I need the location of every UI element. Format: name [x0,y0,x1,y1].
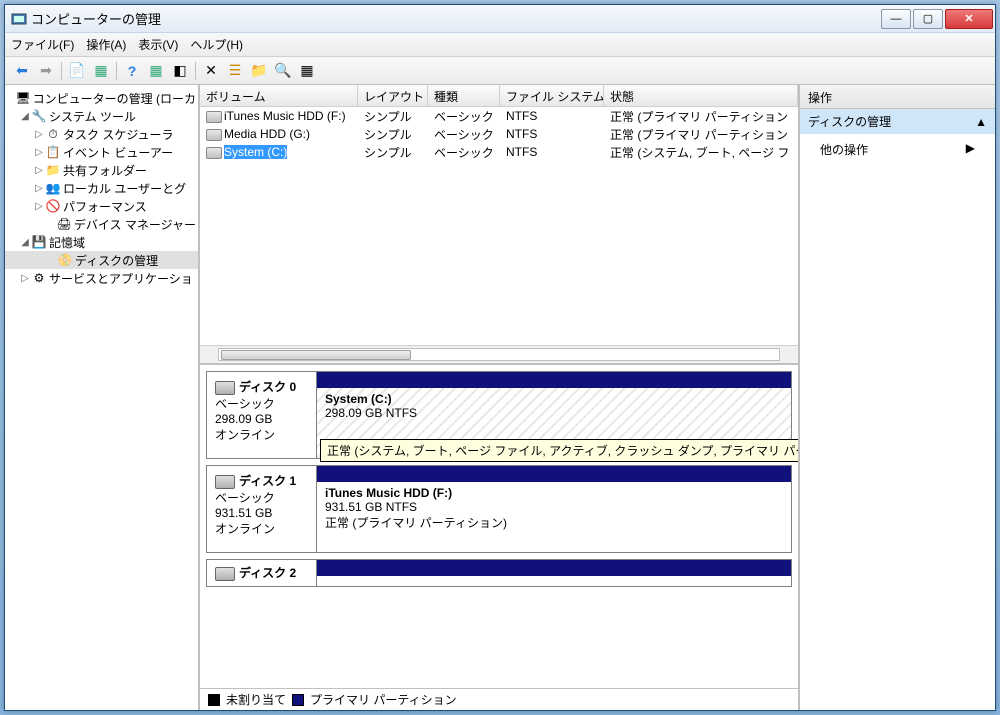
partition[interactable]: iTunes Music HDD (F:)931.51 GB NTFS正常 (プ… [317,482,791,552]
col-type[interactable]: 種類 [428,85,500,106]
separator [116,62,117,80]
legend: 未割り当て プライマリ パーティション [200,688,798,710]
drive-icon [206,129,222,141]
show-hide-tree-button[interactable]: ▦ [90,60,112,82]
disk-row[interactable]: ディスク 2 [206,559,792,587]
disk-icon [215,475,235,489]
up-button[interactable]: 📄 [66,60,88,82]
minimize-button[interactable] [881,9,911,29]
partition-header [317,560,791,576]
search-icon[interactable]: 🔍 [272,60,294,82]
partition-header [317,372,791,388]
menu-file[interactable]: ファイル(F) [11,36,74,53]
tree-diskmgmt[interactable]: 📀ディスクの管理 [5,251,198,269]
drive-icon [206,147,222,159]
collapse-icon[interactable]: ▲ [975,115,987,129]
actions-selected[interactable]: ディスクの管理 ▲ [800,109,995,135]
col-fs[interactable]: ファイル システム [500,85,604,106]
maximize-button[interactable] [913,9,943,29]
disk-info: ディスク 1ベーシック931.51 GBオンライン [207,466,317,552]
tree-devmgr[interactable]: 🖨デバイス マネージャー [5,215,198,233]
volume-rows: iTunes Music HDD (F:)シンプルベーシックNTFS正常 (プラ… [200,107,798,345]
tree-task[interactable]: ▷⏱タスク スケジューラ [5,125,198,143]
disk-partitions: iTunes Music HDD (F:)931.51 GB NTFS正常 (プ… [317,466,791,552]
disk-partitions [317,560,791,586]
body: 🖥コンピューターの管理 (ローカ ◢🔧システム ツール ▷⏱タスク スケジューラ… [5,85,995,710]
folder-icon[interactable]: 📁 [248,60,270,82]
menu-action[interactable]: 操作(A) [86,36,126,53]
partition-header [317,466,791,482]
col-volume[interactable]: ボリューム [200,85,358,106]
extra-icon[interactable]: ▦ [296,60,318,82]
actions-pane: 操作 ディスクの管理 ▲ 他の操作 ▶ [800,85,995,710]
legend-primary: プライマリ パーティション [310,691,457,708]
refresh-icon[interactable]: ▦ [145,60,167,82]
center-pane: ボリューム レイアウト 種類 ファイル システム 状態 iTunes Music… [200,85,800,710]
tree-storage[interactable]: ◢💾記憶域 [5,233,198,251]
legend-swatch-primary [292,694,304,706]
scroll-thumb[interactable] [221,350,411,360]
back-button[interactable]: ⬅ [11,60,33,82]
volume-row[interactable]: Media HDD (G:)シンプルベーシックNTFS正常 (プライマリ パーテ… [200,125,798,143]
window-title: コンピューターの管理 [31,9,881,28]
properties-icon[interactable]: ☰ [224,60,246,82]
disk-icon [215,381,235,395]
disk-info: ディスク 2 [207,560,317,586]
volume-row[interactable]: System (C:)シンプルベーシックNTFS正常 (システム, ブート, ペ… [200,143,798,161]
menu-help[interactable]: ヘルプ(H) [190,36,243,53]
help-icon[interactable]: ? [121,60,143,82]
h-scrollbar[interactable] [200,345,798,363]
volume-header: ボリューム レイアウト 種類 ファイル システム 状態 [200,85,798,107]
delete-icon[interactable]: ✕ [200,60,222,82]
actions-header: 操作 [800,85,995,109]
disk-icon [215,567,235,581]
disk-row[interactable]: ディスク 1ベーシック931.51 GBオンラインiTunes Music HD… [206,465,792,553]
tree-event[interactable]: ▷📋イベント ビューアー [5,143,198,161]
tree-users[interactable]: ▷👥ローカル ユーザーとグ [5,179,198,197]
drive-icon [206,111,222,123]
titlebar[interactable]: コンピューターの管理 [5,5,995,33]
forward-button[interactable]: ➡ [35,60,57,82]
col-layout[interactable]: レイアウト [358,85,428,106]
action-icon[interactable]: ◧ [169,60,191,82]
actions-other[interactable]: 他の操作 ▶ [800,135,995,164]
tree-root[interactable]: 🖥コンピューターの管理 (ローカ [5,89,198,107]
app-window: コンピューターの管理 ファイル(F) 操作(A) 表示(V) ヘルプ(H) ⬅ … [4,4,996,711]
partition-tooltip: 正常 (システム, ブート, ページ ファイル, アクティブ, クラッシュ ダン… [320,439,798,462]
menubar: ファイル(F) 操作(A) 表示(V) ヘルプ(H) [5,33,995,57]
menu-view[interactable]: 表示(V) [138,36,178,53]
separator [61,62,62,80]
tree-shared[interactable]: ▷📁共有フォルダー [5,161,198,179]
legend-swatch-unalloc [208,694,220,706]
chevron-right-icon: ▶ [966,141,975,158]
app-icon [11,11,27,27]
legend-unalloc: 未割り当て [226,691,286,708]
disk-info: ディスク 0ベーシック298.09 GBオンライン [207,372,317,458]
tree-perf[interactable]: ▷🚫パフォーマンス [5,197,198,215]
toolbar: ⬅ ➡ 📄 ▦ ? ▦ ◧ ✕ ☰ 📁 🔍 ▦ [5,57,995,85]
volume-row[interactable]: iTunes Music HDD (F:)シンプルベーシックNTFS正常 (プラ… [200,107,798,125]
separator [195,62,196,80]
col-status[interactable]: 状態 [604,85,798,106]
close-button[interactable] [945,9,993,29]
tree-services[interactable]: ▷⚙サービスとアプリケーショ [5,269,198,287]
nav-tree[interactable]: 🖥コンピューターの管理 (ローカ ◢🔧システム ツール ▷⏱タスク スケジューラ… [5,85,200,710]
tree-systools[interactable]: ◢🔧システム ツール [5,107,198,125]
disk-graphical-view: ディスク 0ベーシック298.09 GBオンラインSystem (C:)298.… [200,365,798,688]
volume-list: ボリューム レイアウト 種類 ファイル システム 状態 iTunes Music… [200,85,798,365]
